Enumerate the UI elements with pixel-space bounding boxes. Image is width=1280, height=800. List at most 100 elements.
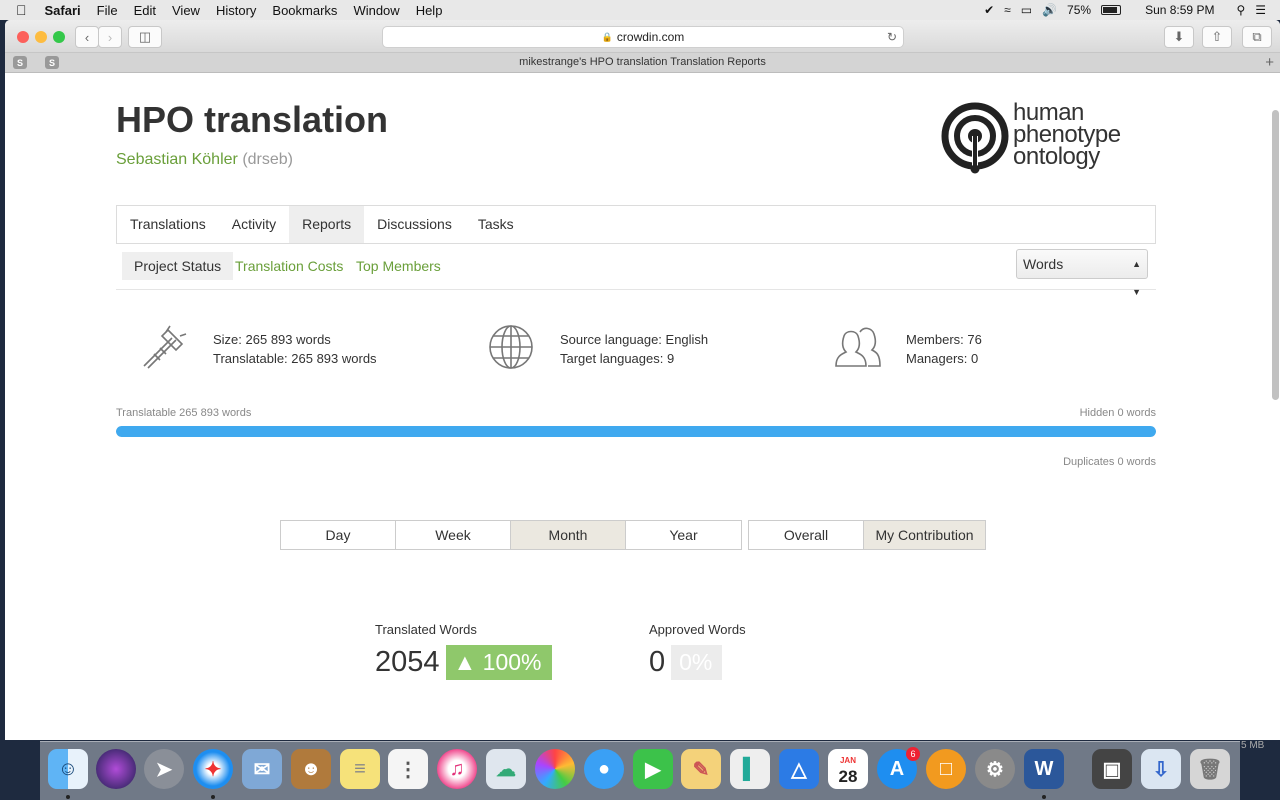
photos-icon[interactable] — [535, 749, 575, 789]
scope-my-contribution-button[interactable]: My Contribution — [864, 521, 985, 549]
language-stat: Source language: English Target language… — [487, 324, 787, 374]
numbers-icon[interactable]: ▌ — [730, 749, 770, 789]
trash-icon[interactable]: 🗑 — [1190, 749, 1230, 789]
notification-center-icon[interactable]: ☰ — [1255, 3, 1266, 17]
close-window-button[interactable] — [17, 31, 29, 43]
members-count: Members: 76 — [906, 332, 982, 347]
scrollbar[interactable] — [1272, 110, 1279, 400]
lock-icon: 🔒 — [601, 31, 613, 42]
owner-name-link[interactable]: Sebastian Köhler — [116, 151, 238, 168]
scope-overall-button[interactable]: Overall — [749, 521, 864, 549]
managers-count: Managers: 0 — [906, 351, 979, 366]
menu-window[interactable]: Window — [345, 3, 407, 18]
approved-words-label: Approved Words — [649, 622, 746, 637]
period-year-button[interactable]: Year — [626, 521, 741, 549]
checkmark-status-icon[interactable]: ✔ — [984, 3, 994, 17]
window-thumbnail-icon[interactable]: ▣ — [1092, 749, 1132, 789]
globe-icon — [489, 325, 533, 369]
new-tab-icon[interactable]: + — [1265, 54, 1274, 71]
translated-words-metric: Translated Words 2054 ▲ 100% — [375, 622, 552, 680]
menu-view[interactable]: View — [164, 3, 208, 18]
spotlight-icon[interactable]: ⚲ — [1236, 3, 1245, 17]
unit-select[interactable]: Words ▲ ▼ — [1016, 249, 1148, 297]
ibooks-icon[interactable]: □ — [926, 749, 966, 789]
safari-window: ‹ › ◫ 🔒 crowdin.com ↻ ⬇ ⇧ ⧉ S S mikestra… — [5, 20, 1280, 740]
translatable-progress-bar — [116, 426, 1156, 437]
translatable-size: Translatable: 265 893 words — [213, 351, 377, 366]
progress-fill — [116, 426, 1156, 437]
notes-icon[interactable]: ≡ — [340, 749, 380, 789]
system-preferences-icon[interactable]: ⚙ — [975, 749, 1015, 789]
calendar-icon[interactable]: JAN 28 — [828, 749, 868, 789]
subtab-top-members[interactable]: Top Members — [344, 252, 453, 280]
mail-icon[interactable]: ✉ — [242, 749, 282, 789]
size-stat: Size: 265 893 words Translatable: 265 89… — [140, 324, 440, 374]
approved-words-value: 0 — [649, 646, 666, 678]
clock[interactable]: Sun 8:59 PM — [1145, 3, 1214, 17]
target-languages: Target languages: 9 — [560, 351, 675, 366]
menu-help[interactable]: Help — [408, 3, 451, 18]
menu-bookmarks[interactable]: Bookmarks — [264, 3, 345, 18]
tab-activity[interactable]: Activity — [219, 206, 289, 243]
reload-icon[interactable]: ↻ — [887, 30, 897, 44]
downloads-icon[interactable]: ⬇ — [1164, 26, 1194, 48]
tab-discussions[interactable]: Discussions — [364, 206, 465, 243]
approved-change-badge: 0% — [671, 645, 723, 680]
word-icon[interactable]: W — [1024, 749, 1064, 789]
apple-menu-icon[interactable]:  — [0, 2, 37, 18]
hidden-label: Hidden 0 words — [1079, 407, 1156, 419]
safari-running-dot — [211, 795, 215, 799]
keynote-icon[interactable]: △ — [779, 749, 819, 789]
zoom-window-button[interactable] — [53, 31, 65, 43]
battery-percent[interactable]: 75% — [1067, 3, 1091, 17]
period-month-button[interactable]: Month — [511, 521, 626, 549]
project-tabs: Translations Activity Reports Discussion… — [116, 205, 1156, 244]
subtab-project-status[interactable]: Project Status — [122, 252, 234, 280]
tab-translations[interactable]: Translations — [117, 206, 219, 243]
app-store-badge: 6 — [906, 747, 920, 761]
share-icon[interactable]: ⇧ — [1202, 26, 1232, 48]
calendar-day: 28 — [838, 767, 858, 786]
wifi-icon[interactable]: ≈ — [1004, 3, 1011, 17]
safari-icon[interactable]: ✦ — [193, 749, 233, 789]
reminders-icon[interactable]: ⋮ — [388, 749, 428, 789]
period-selector: Day Week Month Year — [280, 520, 742, 550]
finder-icon[interactable]: ☺ — [48, 749, 88, 789]
subtab-translation-costs[interactable]: Translation Costs — [223, 252, 355, 280]
launchpad-icon[interactable]: ➤ — [144, 749, 184, 789]
menu-edit[interactable]: Edit — [126, 3, 164, 18]
page-content: HPO translation Sebastian Köhler (drseb)… — [5, 74, 1280, 740]
scope-selector: Overall My Contribution — [748, 520, 986, 550]
airplay-icon[interactable]: ▭ — [1021, 3, 1032, 17]
forward-button[interactable]: › — [98, 26, 122, 48]
menu-safari[interactable]: Safari — [37, 3, 89, 18]
minimize-window-button[interactable] — [35, 31, 47, 43]
period-day-button[interactable]: Day — [281, 521, 396, 549]
messages-icon[interactable]: ● — [584, 749, 624, 789]
pages-icon[interactable]: ✎ — [681, 749, 721, 789]
sidebar-toggle-icon[interactable]: ◫ — [128, 26, 162, 48]
translated-change-badge: ▲ 100% — [445, 645, 552, 680]
volume-icon[interactable]: 🔊 — [1042, 3, 1057, 17]
menu-file[interactable]: File — [89, 3, 126, 18]
battery-icon[interactable] — [1101, 5, 1122, 15]
tab-reports[interactable]: Reports — [289, 206, 365, 243]
menu-history[interactable]: History — [208, 3, 264, 18]
tab-tasks[interactable]: Tasks — [465, 206, 527, 243]
tab-title[interactable]: mikestrange's HPO translation Translatio… — [5, 56, 1280, 68]
address-bar[interactable]: 🔒 crowdin.com ↻ — [382, 26, 904, 48]
facetime-icon[interactable]: ▶ — [633, 749, 673, 789]
downloads-stack-icon[interactable]: ⇩ — [1141, 749, 1181, 789]
logo-word-3: ontology — [1013, 143, 1100, 170]
preview-icon[interactable]: ☁ — [486, 749, 526, 789]
back-button[interactable]: ‹ — [75, 26, 99, 48]
browser-toolbar: ‹ › ◫ 🔒 crowdin.com ↻ ⬇ ⇧ ⧉ — [5, 20, 1280, 53]
hpo-logo: human phenotype ontology — [940, 101, 1140, 182]
siri-icon[interactable] — [96, 749, 136, 789]
owner-handle: (drseb) — [242, 151, 293, 168]
period-week-button[interactable]: Week — [396, 521, 511, 549]
itunes-icon[interactable]: ♫ — [437, 749, 477, 789]
tabs-overview-icon[interactable]: ⧉ — [1242, 26, 1272, 48]
contacts-icon[interactable]: ☻ — [291, 749, 331, 789]
calipers-icon — [143, 325, 187, 369]
